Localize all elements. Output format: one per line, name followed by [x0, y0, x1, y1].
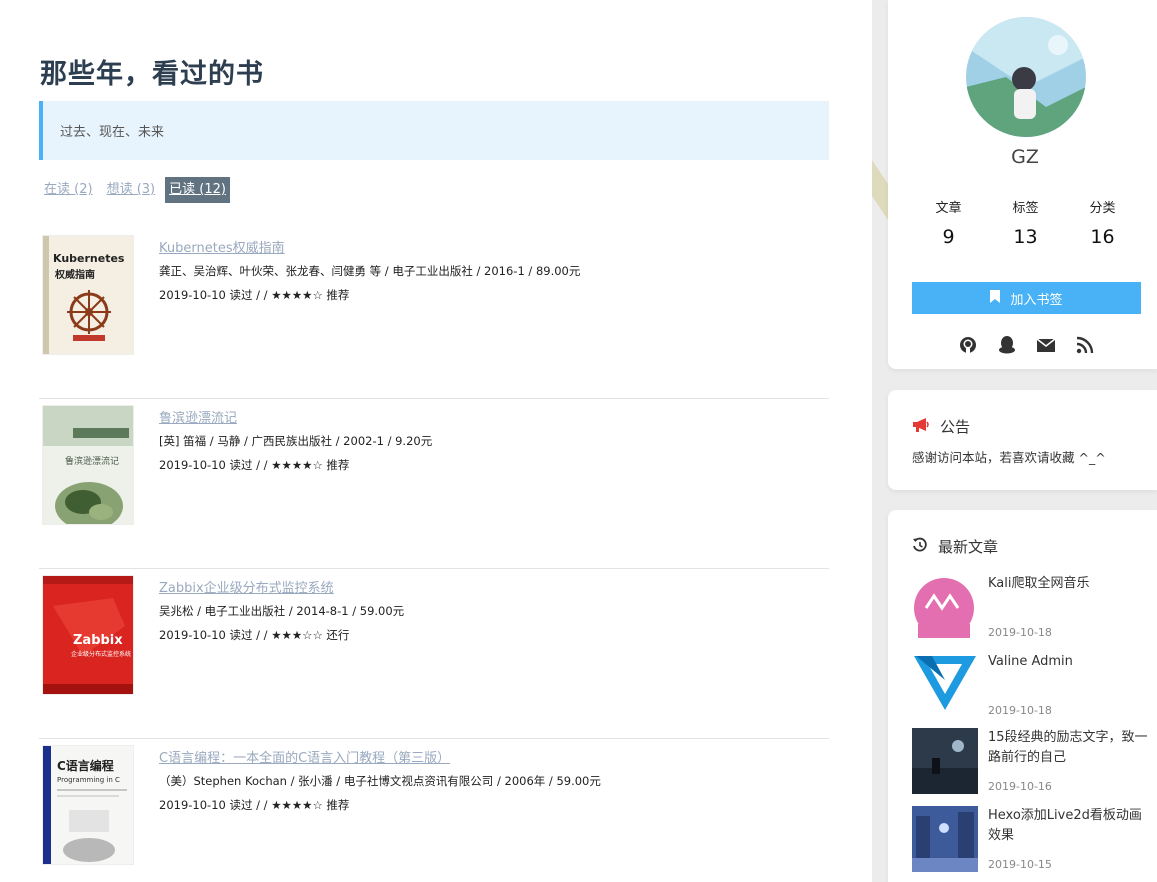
post-thumbnail[interactable] [912, 806, 978, 872]
author-name: GZ [1011, 146, 1039, 168]
book-meta: [英] 笛福 / 马静 / 广西民族出版社 / 2002-1 / 9.20元 [159, 434, 433, 448]
page-title: 那些年，看过的书 [40, 59, 264, 90]
book-read-status: 2019-10-10 读过 / / ★★★★☆ 推荐 [159, 458, 350, 472]
notice-card: 公告 感谢访问本站，若喜欢请收藏 ^_^ [888, 390, 1157, 490]
stat-label: 分类 [1089, 201, 1116, 216]
recent-post-item[interactable]: Kali爬取全网音乐 2019-10-18 [912, 574, 1152, 640]
post-title[interactable]: Hexo添加Live2d看板动画效果 [988, 806, 1148, 846]
book-title-link[interactable]: C语言编程：一本全面的C语言入门教程（第三版） [159, 747, 450, 766]
book-cover[interactable]: C语言编程 Programming in C [42, 745, 134, 865]
cover-title: Zabbix [73, 633, 123, 648]
post-thumbnail[interactable] [912, 652, 978, 718]
book-item: Kubernetes 权威指南 Kubernetes权威指南 龚正、吴治辉、叶伙… [39, 231, 829, 399]
qq-icon[interactable] [997, 335, 1017, 355]
post-title[interactable]: Kali爬取全网音乐 [988, 574, 1148, 594]
post-date: 2019-10-15 [988, 858, 1052, 871]
avatar[interactable] [966, 17, 1086, 137]
cover-title: Kubernetes [53, 252, 125, 265]
cover-title: 鲁滨逊漂流记 [65, 455, 119, 467]
post-date: 2019-10-18 [988, 626, 1052, 639]
background-decoration [872, 160, 888, 220]
github-icon[interactable] [958, 335, 978, 355]
post-date: 2019-10-18 [988, 704, 1052, 717]
book-title-link[interactable]: Kubernetes权威指南 [159, 237, 285, 256]
recent-post-item[interactable]: 15段经典的励志文字，致一路前行的自己 2019-10-16 [912, 728, 1152, 794]
site-stats: 文章 9 标签 13 分类 16 [910, 197, 1150, 248]
recent-posts-card: 最新文章 Kali爬取全网音乐 2019-10-18 Valine Admin … [888, 510, 1157, 882]
stat-value: 16 [1090, 226, 1115, 248]
social-links [958, 335, 1095, 355]
book-title-link[interactable]: 鲁滨逊漂流记 [159, 407, 237, 426]
bookmark-icon [990, 289, 1001, 307]
email-icon[interactable] [1036, 335, 1056, 355]
stat-value: 9 [942, 226, 955, 248]
cover-title: C语言编程 [57, 758, 114, 773]
rss-icon[interactable] [1075, 335, 1095, 355]
history-icon [912, 537, 928, 557]
book-cover[interactable]: 鲁滨逊漂流记 [42, 405, 134, 525]
book-read-status: 2019-10-10 读过 / / ★★★☆☆ 还行 [159, 628, 350, 642]
book-item: 鲁滨逊漂流记 鲁滨逊漂流记 [英] 笛福 / 马静 / 广西民族出版社 / 20… [39, 401, 829, 569]
book-cover[interactable]: Zabbix 企业级分布式监控系统 [42, 575, 134, 695]
post-title[interactable]: Valine Admin [988, 652, 1148, 672]
tab-reading[interactable]: 在读 (2) [40, 177, 97, 203]
recent-posts-header: 最新文章 [912, 536, 998, 557]
post-date: 2019-10-16 [988, 780, 1052, 793]
post-title[interactable]: 15段经典的励志文字，致一路前行的自己 [988, 728, 1148, 768]
megaphone-icon [912, 417, 930, 437]
book-item: C语言编程 Programming in C C语言编程：一本全面的C语言入门教… [39, 741, 829, 882]
post-thumbnail[interactable] [912, 728, 978, 794]
recent-post-item[interactable]: Hexo添加Live2d看板动画效果 2019-10-15 [912, 806, 1152, 872]
book-meta: 吴兆松 / 电子工业出版社 / 2014-8-1 / 59.00元 [159, 604, 405, 618]
bookmark-button[interactable]: 加入书签 [912, 282, 1141, 314]
bookmark-label: 加入书签 [1010, 292, 1063, 308]
book-meta: 龚正、吴治辉、叶伙荣、张龙春、闫健勇 等 / 电子工业出版社 / 2016-1 … [159, 264, 581, 278]
stat-categories[interactable]: 分类 16 [1064, 197, 1141, 248]
book-title-link[interactable]: Zabbix企业级分布式监控系统 [159, 577, 334, 596]
book-read-status: 2019-10-10 读过 / / ★★★★☆ 推荐 [159, 288, 350, 302]
stat-articles[interactable]: 文章 9 [910, 197, 987, 248]
notice-text: 感谢访问本站，若喜欢请收藏 ^_^ [912, 450, 1106, 465]
stat-value: 13 [1013, 226, 1038, 248]
book-meta: （美）Stephen Kochan / 张小潘 / 电子社博文视点资讯有限公司 … [159, 774, 601, 788]
tab-read[interactable]: 已读 (12) [165, 177, 230, 203]
stat-label: 标签 [1012, 201, 1039, 216]
book-item: Zabbix 企业级分布式监控系统 Zabbix企业级分布式监控系统 吴兆松 /… [39, 571, 829, 739]
page-quote: 过去、现在、未来 [39, 101, 829, 160]
notice-header: 公告 [912, 416, 970, 437]
main-content: 那些年，看过的书 过去、现在、未来 在读 (2) 想读 (3) 已读 (12) … [0, 0, 872, 882]
quote-text: 过去、现在、未来 [60, 125, 165, 140]
book-read-status: 2019-10-10 读过 / / ★★★★☆ 推荐 [159, 798, 350, 812]
recent-posts-title: 最新文章 [938, 538, 999, 556]
stat-label: 文章 [935, 201, 962, 216]
post-thumbnail[interactable] [912, 574, 978, 640]
book-cover[interactable]: Kubernetes 权威指南 [42, 235, 134, 355]
cover-subtitle: 权威指南 [54, 268, 95, 281]
cover-subtitle: Programming in C [57, 776, 120, 784]
tab-want-to-read[interactable]: 想读 (3) [103, 177, 160, 203]
notice-title: 公告 [940, 418, 971, 436]
cover-subtitle: 企业级分布式监控系统 [71, 650, 131, 658]
author-card: GZ 文章 9 标签 13 分类 16 加入书签 [888, 0, 1157, 369]
book-tabs: 在读 (2) 想读 (3) 已读 (12) [40, 177, 236, 203]
stat-tags[interactable]: 标签 13 [987, 197, 1064, 248]
recent-post-item[interactable]: Valine Admin 2019-10-18 [912, 652, 1152, 718]
